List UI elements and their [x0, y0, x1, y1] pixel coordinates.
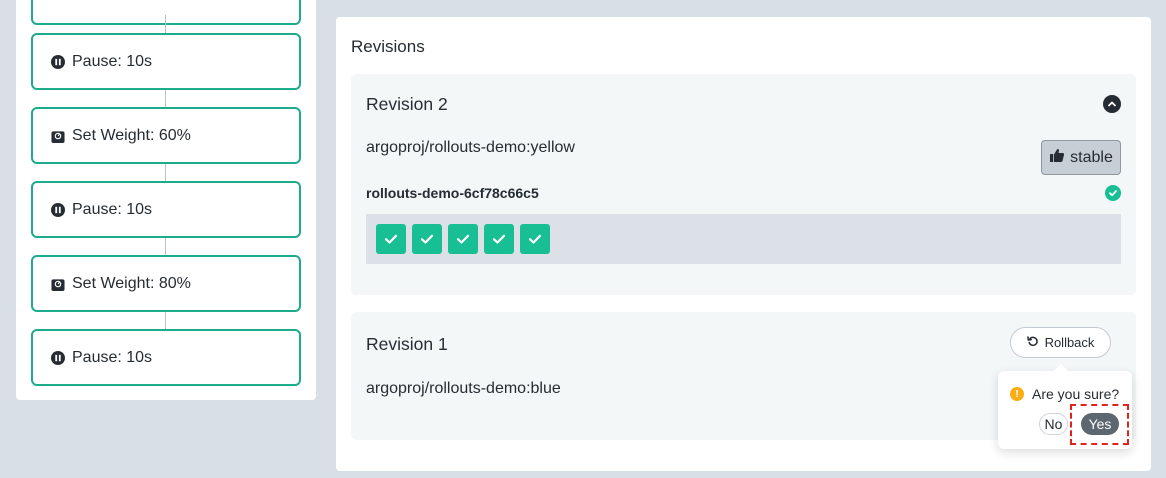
step-label: Set Weight: 60%: [72, 126, 191, 144]
step-pause[interactable]: Pause: 10s: [31, 33, 301, 90]
no-button[interactable]: No: [1039, 413, 1068, 435]
pod-status[interactable]: [520, 224, 550, 254]
revisions-title: Revisions: [351, 37, 425, 56]
check-icon: [492, 234, 506, 244]
stable-label: stable: [1070, 148, 1113, 166]
step-label: Pause: 10s: [72, 52, 153, 70]
check-icon: [456, 234, 470, 244]
thumbs-up-icon: [1049, 147, 1065, 168]
weight-icon: [51, 129, 65, 143]
pod-status[interactable]: [484, 224, 514, 254]
stable-badge: stable: [1041, 140, 1121, 175]
revision-card: Revision 2 argoproj/rollouts-demo:yellow…: [351, 74, 1136, 295]
warning-icon: !: [1010, 387, 1024, 401]
step-connector: [165, 312, 166, 329]
collapse-icon[interactable]: [1103, 95, 1121, 113]
step-pause[interactable]: Pause: 10s: [31, 181, 301, 238]
image-name: argoproj/rollouts-demo:blue: [366, 380, 561, 397]
revision-name: Revision 1: [366, 334, 448, 354]
confirm-popover: ! Are you sure? No Yes: [998, 363, 1132, 449]
confirm-title: Are you sure?: [1032, 386, 1120, 402]
rollback-label: Rollback: [1044, 335, 1095, 350]
step-set-weight[interactable]: [31, 0, 301, 25]
replicaset-name: rollouts-demo-6cf78c66c5: [366, 185, 539, 201]
check-icon: [528, 234, 542, 244]
step-connector: [165, 90, 166, 107]
pods-row: [366, 214, 1121, 264]
step-label: Pause: 10s: [72, 200, 153, 218]
undo-icon: [1026, 335, 1039, 350]
pause-icon: [51, 202, 65, 217]
step-set-weight[interactable]: Set Weight: 60%: [31, 107, 301, 164]
check-icon: [420, 234, 434, 244]
pause-icon: [51, 350, 65, 365]
step-set-weight[interactable]: Set Weight: 80%: [31, 255, 301, 312]
healthy-check-icon: [1105, 185, 1121, 201]
yes-button[interactable]: Yes: [1081, 413, 1119, 435]
check-icon: [384, 234, 398, 244]
revision-name: Revision 2: [366, 94, 448, 114]
step-label: Set Weight: 80%: [72, 274, 191, 292]
pod-status[interactable]: [376, 224, 406, 254]
step-connector: [165, 164, 166, 181]
step-connector: [165, 238, 166, 255]
image-name: argoproj/rollouts-demo:yellow: [366, 139, 575, 156]
step-pause[interactable]: Pause: 10s: [31, 329, 301, 386]
pod-status[interactable]: [412, 224, 442, 254]
weight-icon: [51, 277, 65, 291]
steps-panel: Pause: 10s Set Weight: 60% Pause: 10s Se…: [16, 0, 316, 400]
step-connector: [165, 15, 166, 33]
step-label: Pause: 10s: [72, 348, 153, 366]
pod-status[interactable]: [448, 224, 478, 254]
pause-icon: [51, 54, 65, 69]
rollback-button[interactable]: Rollback: [1010, 327, 1111, 358]
